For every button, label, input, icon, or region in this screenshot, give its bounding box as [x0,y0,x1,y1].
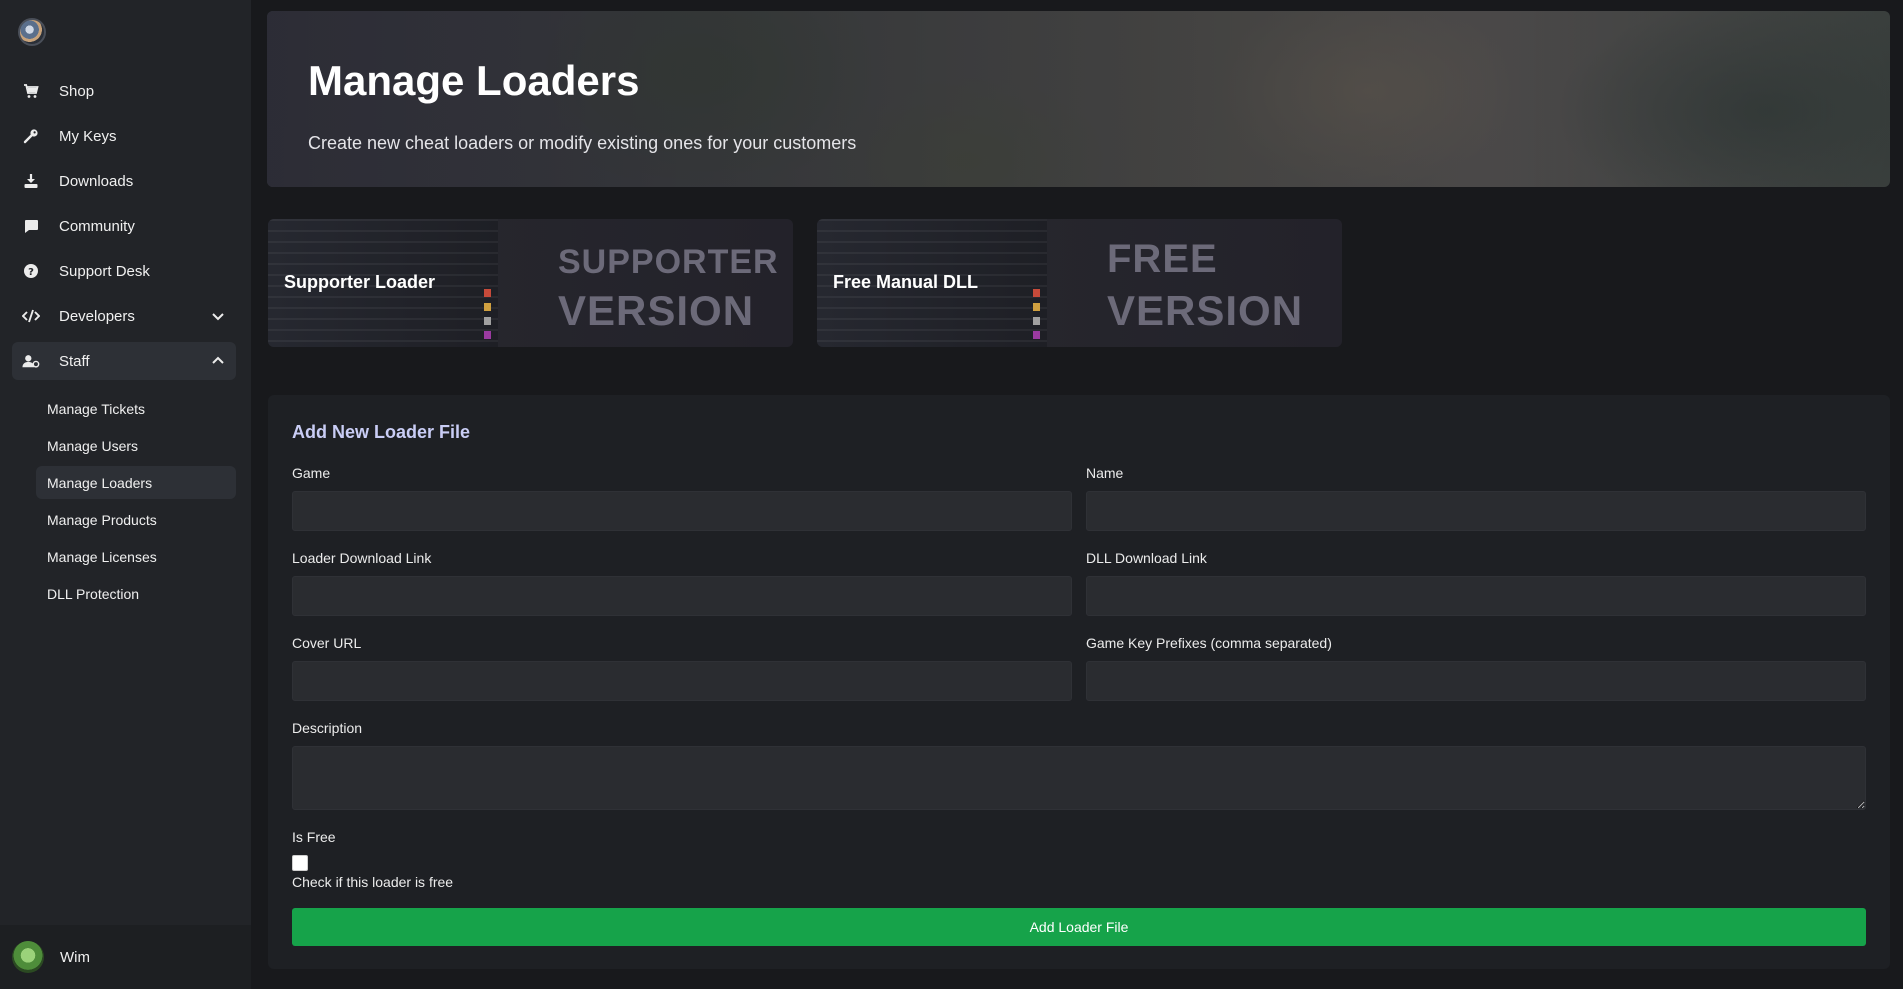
cover-url-label: Cover URL [292,635,362,651]
sidebar-item-dll-protection[interactable]: DLL Protection [36,577,236,610]
chevron-down-icon[interactable] [210,308,226,324]
user-name: Wim [60,948,90,966]
is-free-help-text: Check if this loader is free [292,874,454,890]
loader-card-label: Free Manual DLL [833,272,979,292]
key-prefixes-label: Game Key Prefixes (comma separated) [1086,635,1332,651]
chevron-up-icon[interactable] [210,353,226,369]
loader-card-overlay-line1: SUPPORTER [558,243,779,281]
sidebar-item-manage-loaders[interactable]: Manage Loaders [36,466,236,499]
page-banner: Manage Loaders Create new cheat loaders … [267,11,1890,187]
sidebar-item-manage-users[interactable]: Manage Users [36,429,236,462]
app-logo[interactable] [18,18,46,46]
page-title: Manage Loaders [308,57,640,104]
cover-url-input[interactable] [292,661,1072,701]
staff-icon [22,352,40,370]
is-free-label: Is Free [292,829,336,845]
sidebar-item-my-keys[interactable]: My Keys [12,117,236,155]
loader-link-label: Loader Download Link [292,550,432,566]
game-input[interactable] [292,491,1072,531]
sidebar-item-manage-products[interactable]: Manage Products [36,503,236,536]
sidebar-item-staff[interactable]: Staff [12,342,236,380]
help-icon: ? [22,262,40,280]
loader-card-supporter[interactable]: Supporter Loader SUPPORTER VERSION [268,219,793,347]
loader-card-free[interactable]: Free Manual DLL FREE VERSION [817,219,1342,347]
code-icon [22,307,40,325]
loader-card-overlay-line2: VERSION [1107,287,1304,334]
loader-link-input[interactable] [292,576,1072,616]
sidebar-item-label: Staff [59,352,90,370]
form-title: Add New Loader File [292,422,471,442]
is-free-checkbox[interactable] [292,855,308,871]
page-subtitle: Create new cheat loaders or modify exist… [308,133,857,153]
description-textarea[interactable] [292,746,1866,810]
name-input[interactable] [1086,491,1866,531]
chat-icon [22,217,40,235]
dll-link-input[interactable] [1086,576,1866,616]
sidebar: Shop My Keys Downloads Community ? Suppo… [0,0,251,989]
download-icon [22,172,40,190]
sidebar-nav: Shop My Keys Downloads Community ? Suppo… [12,72,236,387]
sidebar-item-label: My Keys [59,127,117,145]
dll-link-label: DLL Download Link [1086,550,1207,566]
add-loader-form: Add New Loader File Game Name Loader Dow… [268,395,1890,969]
sidebar-item-manage-tickets[interactable]: Manage Tickets [36,392,236,425]
key-icon [22,127,40,145]
sidebar-item-label: Shop [59,82,95,100]
user-profile[interactable]: Wim [0,925,251,989]
loader-card-overlay-line2: VERSION [558,287,755,334]
description-label: Description [292,720,363,736]
sidebar-item-label: Community [59,217,135,235]
avatar [12,941,44,973]
svg-text:?: ? [28,267,34,278]
sidebar-item-developers[interactable]: Developers [12,297,236,335]
sidebar-item-manage-licenses[interactable]: Manage Licenses [36,540,236,573]
sidebar-item-downloads[interactable]: Downloads [12,162,236,200]
key-prefixes-input[interactable] [1086,661,1866,701]
name-label: Name [1086,465,1124,481]
sidebar-item-label: Support Desk [59,262,150,280]
cart-icon [22,82,40,100]
staff-subnav: Manage Tickets Manage Users Manage Loade… [36,392,236,614]
sidebar-item-support-desk[interactable]: ? Support Desk [12,252,236,290]
loader-card-label: Supporter Loader [284,272,436,292]
sidebar-item-community[interactable]: Community [12,207,236,245]
game-label: Game [292,465,331,481]
add-loader-file-button[interactable]: Add Loader File [292,908,1866,946]
loader-card-overlay-line1: FREE [1107,237,1218,281]
sidebar-item-label: Downloads [59,172,134,190]
sidebar-item-label: Developers [59,307,135,325]
sidebar-item-shop[interactable]: Shop [12,72,236,110]
